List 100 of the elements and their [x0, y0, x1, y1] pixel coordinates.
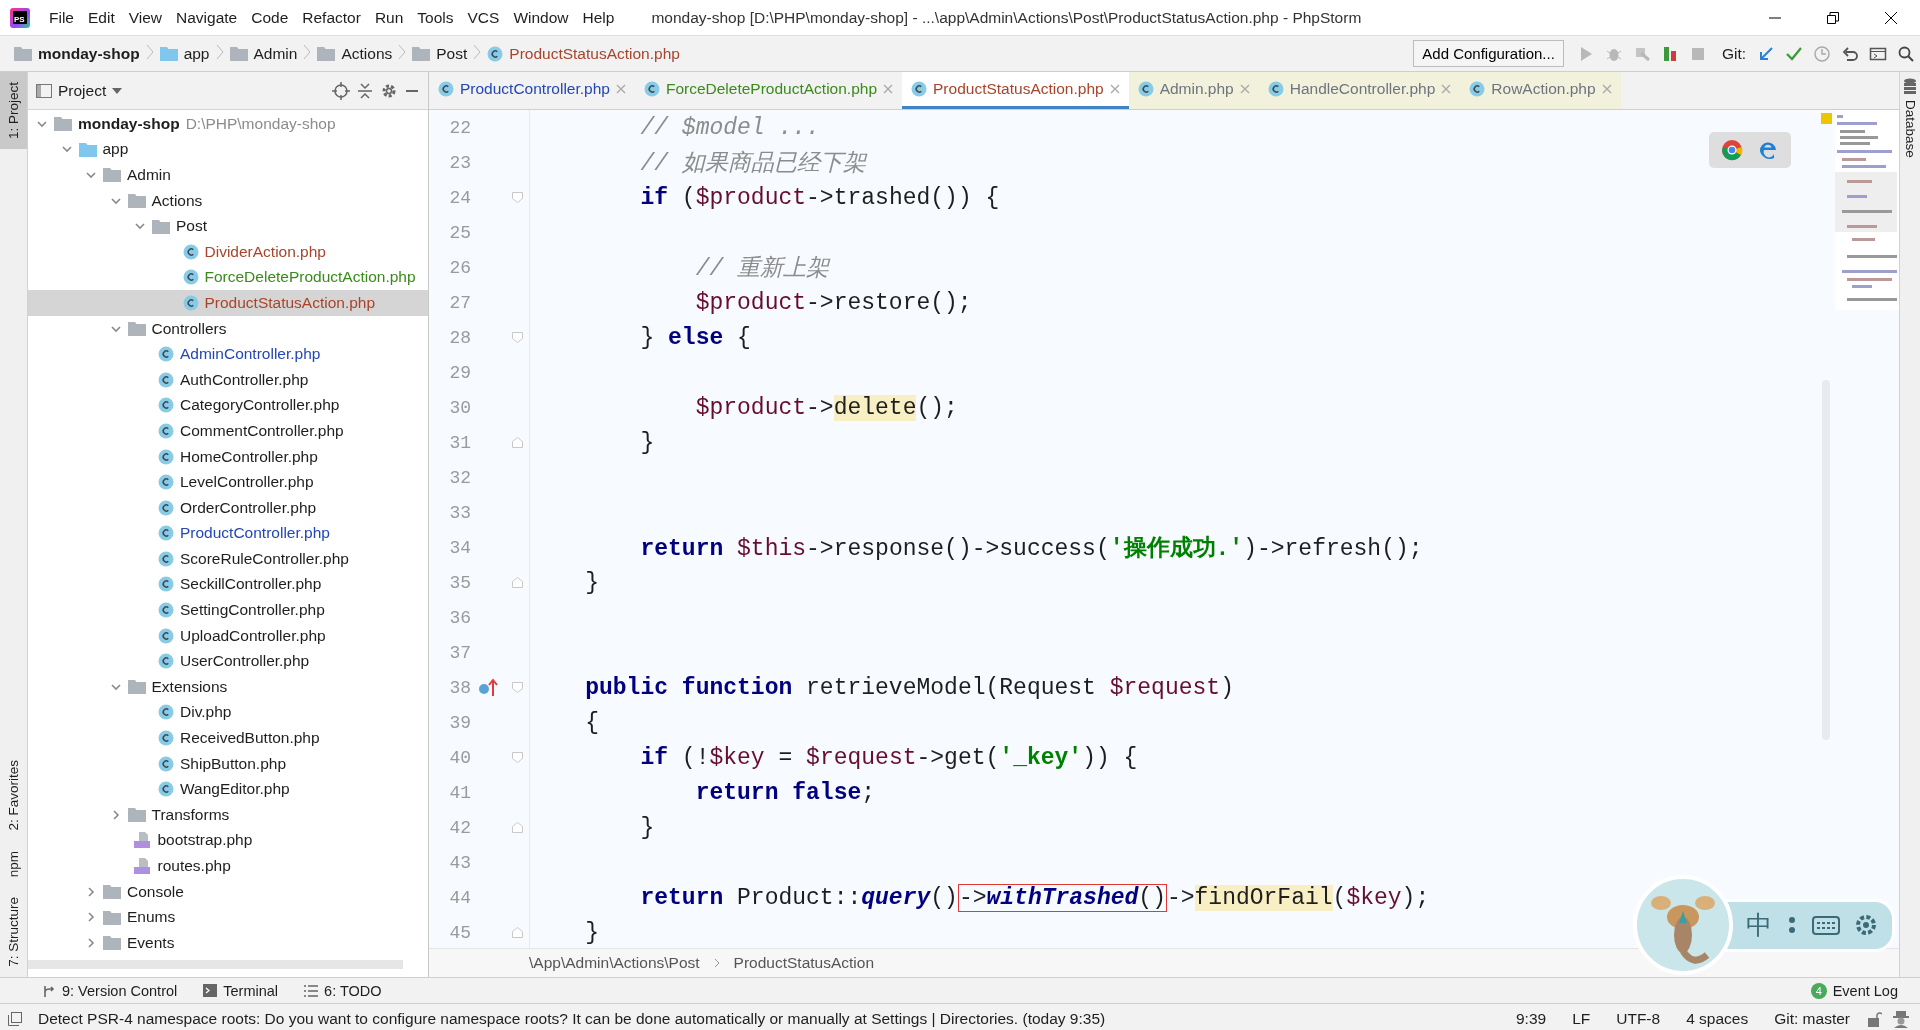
- lock-icon[interactable]: [1868, 1011, 1882, 1027]
- status-item[interactable]: Git: master: [1766, 1010, 1858, 1028]
- tree-item[interactable]: Transforms: [28, 802, 428, 828]
- tree-item[interactable]: app: [28, 136, 428, 163]
- menu-item[interactable]: Tools: [410, 4, 461, 31]
- crosshair-icon[interactable]: [332, 81, 350, 100]
- breadcrumb-item[interactable]: Admin: [253, 44, 298, 63]
- menu-item[interactable]: Edit: [81, 4, 122, 31]
- menu-item[interactable]: File: [42, 4, 81, 31]
- tree-item[interactable]: LevelController.php: [28, 469, 428, 495]
- tool-window-tab[interactable]: npm: [0, 840, 27, 888]
- tool-window-button[interactable]: Terminal: [203, 982, 279, 999]
- tree-item[interactable]: CategoryController.php: [28, 392, 428, 419]
- editor-tab[interactable]: ForceDeleteProductAction.php: [634, 72, 902, 109]
- breadcrumb-item[interactable]: Actions: [341, 44, 393, 63]
- inspector-icon[interactable]: [1892, 1010, 1910, 1028]
- tree-item[interactable]: SeckillController.php: [28, 571, 428, 598]
- status-item[interactable]: UTF-8: [1608, 1010, 1669, 1028]
- menu-item[interactable]: View: [121, 4, 170, 31]
- menu-item[interactable]: VCS: [460, 4, 507, 31]
- tree-item[interactable]: Actions: [28, 187, 428, 214]
- tree-item[interactable]: AuthController.php: [28, 366, 428, 393]
- menu-item[interactable]: Refactor: [295, 4, 368, 31]
- tool-window-button[interactable]: 9: Version Control: [42, 982, 178, 999]
- tree-item[interactable]: WangEditor.php: [28, 776, 428, 803]
- tree-item[interactable]: UploadController.php: [28, 622, 428, 649]
- code-minimap[interactable]: [1835, 110, 1899, 310]
- menu-item[interactable]: Help: [575, 4, 622, 31]
- menu-item[interactable]: Window: [506, 4, 576, 31]
- settings-icon[interactable]: [1854, 913, 1878, 937]
- browser-icon[interactable]: [1721, 139, 1743, 161]
- tree-item[interactable]: CommentController.php: [28, 418, 428, 444]
- tree-item[interactable]: Controllers: [28, 315, 428, 342]
- event-log-button[interactable]: 4 Event Log: [1810, 982, 1898, 999]
- punctuation-icon[interactable]: [1786, 914, 1798, 936]
- menu-item[interactable]: Run: [367, 4, 411, 31]
- database-icon[interactable]: [1903, 78, 1917, 94]
- tree-item[interactable]: ProductController.php: [28, 520, 428, 547]
- tree-item[interactable]: HomeController.php: [28, 443, 428, 470]
- tree-item[interactable]: Extensions: [28, 674, 428, 700]
- tree-item[interactable]: AdminController.php: [28, 341, 428, 367]
- tree-item[interactable]: Console: [28, 878, 428, 905]
- restore-icon[interactable]: [1827, 11, 1839, 24]
- tree-item[interactable]: monday-shop D:\PHP\monday-shop: [28, 111, 428, 137]
- breadcrumb-item[interactable]: Post: [436, 44, 468, 63]
- tree-item[interactable]: bootstrap.php: [28, 827, 428, 854]
- tree-item[interactable]: SettingController.php: [28, 597, 428, 623]
- undo-icon[interactable]: [1841, 44, 1859, 63]
- add-configuration-button[interactable]: Add Configuration...: [1413, 40, 1564, 67]
- close-icon[interactable]: [1885, 11, 1897, 24]
- editor-tab[interactable]: RowAction.php: [1460, 72, 1621, 109]
- editor-tab[interactable]: ProductStatusAction.php: [902, 72, 1129, 109]
- editor-tab[interactable]: HandleController.php: [1258, 72, 1461, 109]
- breadcrumb-item[interactable]: ProductStatusAction: [733, 954, 875, 972]
- menu-item[interactable]: Navigate: [169, 4, 245, 31]
- editor-tab[interactable]: Admin.php: [1128, 72, 1259, 109]
- tree-item[interactable]: ShipButton.php: [28, 750, 428, 777]
- tree-item[interactable]: Div.php: [28, 699, 428, 726]
- tool-window-tab[interactable]: 1: Project: [0, 72, 27, 150]
- breadcrumb-item[interactable]: ProductStatusAction.php: [509, 44, 680, 63]
- tool-window-toggle-icon[interactable]: [8, 1012, 22, 1026]
- breadcrumb-item[interactable]: app: [183, 44, 210, 63]
- tree-item[interactable]: routes.php: [28, 853, 428, 879]
- editor-tab[interactable]: ProductController.php: [429, 72, 635, 109]
- update-arrow-icon[interactable]: [1757, 44, 1775, 63]
- tree-item[interactable]: Events: [28, 930, 428, 956]
- tool-window-tab[interactable]: 2: Favorites: [0, 750, 27, 841]
- status-item[interactable]: 9:39: [1507, 1010, 1555, 1028]
- tree-item[interactable]: ScoreRuleController.php: [28, 546, 428, 572]
- tree-item[interactable]: OrderController.php: [28, 494, 428, 521]
- tree-item[interactable]: ReceivedButton.php: [28, 725, 428, 751]
- terminal-icon: [203, 984, 218, 997]
- status-item[interactable]: 4 spaces: [1678, 1010, 1757, 1028]
- chevron-down-icon[interactable]: [85, 169, 97, 181]
- tool-window-tab[interactable]: 7: Structure: [0, 887, 27, 977]
- tree-item[interactable]: Admin: [28, 162, 428, 188]
- chevron-right-icon[interactable]: [85, 885, 97, 898]
- breadcrumb-item[interactable]: \App\Admin\Actions\Post: [529, 954, 700, 972]
- caret-icon[interactable]: [112, 87, 123, 94]
- override-icon[interactable]: [478, 677, 498, 698]
- breadcrumb-item[interactable]: monday-shop: [38, 44, 140, 63]
- tool-window-button[interactable]: 6: TODO: [304, 982, 382, 999]
- tool-window-tab[interactable]: Database: [1902, 100, 1918, 158]
- clock-icon[interactable]: [1813, 44, 1831, 63]
- collapse-icon[interactable]: [356, 81, 374, 100]
- menu-item[interactable]: Code: [244, 4, 296, 31]
- tree-item[interactable]: ProductStatusAction.php: [28, 290, 428, 316]
- chevron-right-icon[interactable]: [85, 911, 97, 924]
- tree-item[interactable]: Enums: [28, 904, 428, 930]
- tree-item[interactable]: DividerAction.php: [28, 238, 428, 265]
- line-number: 24: [448, 187, 471, 208]
- keyboard-icon[interactable]: [1812, 914, 1840, 936]
- project-view-dropdown[interactable]: Project: [58, 81, 123, 100]
- tree-item[interactable]: UserController.php: [28, 648, 428, 675]
- tree-item[interactable]: ForceDeleteProductAction.php: [28, 264, 428, 291]
- search-icon[interactable]: [1897, 44, 1915, 63]
- status-item[interactable]: LF: [1564, 1010, 1599, 1028]
- scrollbar[interactable]: [28, 960, 403, 969]
- chevron-right-icon[interactable]: [85, 936, 97, 949]
- tree-item[interactable]: Post: [28, 213, 428, 239]
